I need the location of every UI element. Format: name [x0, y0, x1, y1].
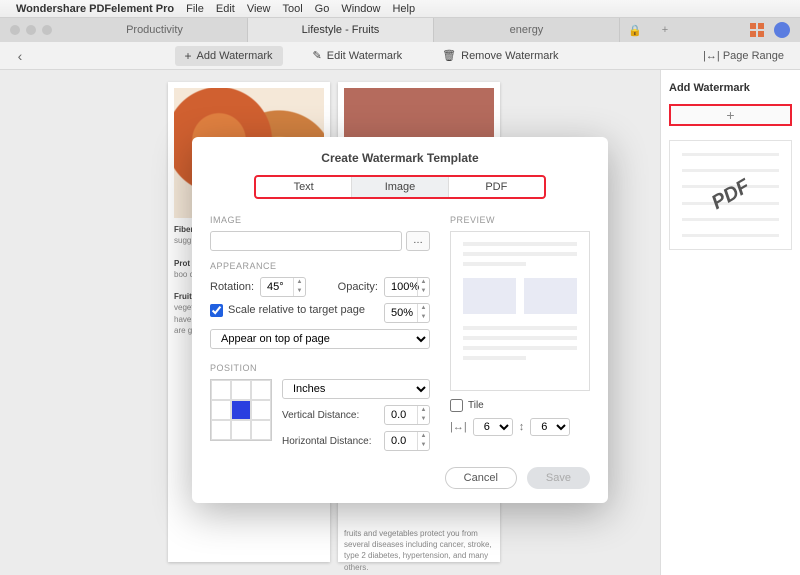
preview-section-label: PREVIEW	[450, 215, 590, 225]
image-section-label: IMAGE	[210, 215, 430, 225]
rotation-label: Rotation:	[210, 281, 254, 293]
units-select[interactable]: Inches	[282, 379, 430, 399]
create-watermark-dialog: Create Watermark Template Text Image PDF…	[192, 137, 608, 503]
scale-checkbox[interactable]	[210, 304, 223, 317]
hdist-label: Horizontal Distance:	[282, 436, 371, 447]
preview-panel	[450, 231, 590, 391]
save-button[interactable]: Save	[527, 467, 590, 489]
tile-v-icon: ↕	[519, 421, 525, 433]
tile-v-select[interactable]: 6	[530, 418, 570, 436]
opacity-label: Opacity:	[338, 281, 378, 293]
image-path-input[interactable]	[210, 231, 402, 251]
segment-text[interactable]: Text	[256, 177, 352, 197]
browse-button[interactable]: …	[406, 231, 430, 251]
vdist-label: Vertical Distance:	[282, 410, 359, 421]
layer-select[interactable]: Appear on top of page	[210, 329, 430, 349]
watermark-type-segment: Text Image PDF	[254, 175, 546, 199]
dialog-title: Create Watermark Template	[210, 151, 590, 165]
tile-checkbox[interactable]	[450, 399, 463, 412]
position-center[interactable]	[231, 400, 251, 420]
segment-image[interactable]: Image	[352, 177, 448, 197]
scale-label: Scale relative to target page	[228, 304, 365, 316]
tile-label: Tile	[468, 400, 484, 411]
cancel-button[interactable]: Cancel	[445, 467, 517, 489]
tile-h-icon: |↔|	[450, 421, 467, 433]
modal-overlay: Create Watermark Template Text Image PDF…	[0, 0, 800, 575]
appearance-section-label: APPEARANCE	[210, 261, 430, 271]
position-grid[interactable]	[210, 379, 272, 441]
tile-h-select[interactable]: 6	[473, 418, 513, 436]
position-section-label: POSITION	[210, 363, 430, 373]
segment-pdf[interactable]: PDF	[449, 177, 544, 197]
